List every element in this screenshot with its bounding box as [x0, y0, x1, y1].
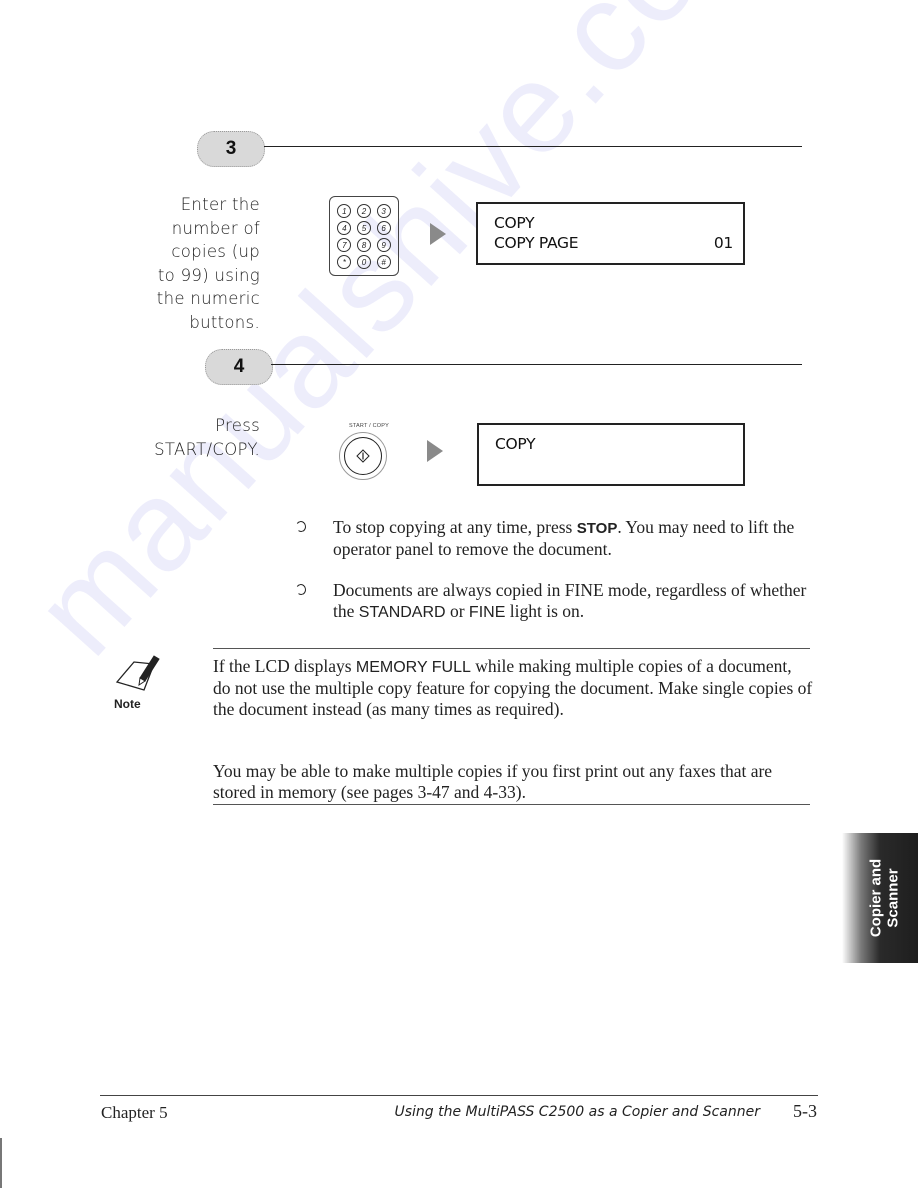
text-run: To stop copying at any time, press: [333, 517, 577, 537]
standard-light-name: STANDARD: [358, 604, 446, 621]
arrow-right-icon: [430, 223, 446, 245]
side-tab-line: Scanner: [884, 868, 902, 928]
fine-light-name: FINE: [468, 604, 506, 621]
arrow-right-icon: [427, 440, 443, 462]
keypad-key: 1: [337, 204, 352, 218]
keypad-key: *: [337, 255, 352, 269]
keypad-key: 3: [376, 204, 391, 218]
bullet-item: To stop copying at any time, press STOP.…: [295, 517, 816, 560]
bullet-circle-icon: [295, 520, 307, 533]
start-diamond-icon: [356, 449, 370, 463]
side-tab-line: Copier and: [867, 858, 885, 938]
instruction-line: buttons.: [189, 312, 260, 332]
step-3-rule: [264, 146, 802, 147]
keypad-key: 2: [356, 204, 371, 218]
lcd-display-step-3: COPY COPY PAGE 01: [476, 202, 745, 265]
bullet-item: Documents are always copied in FINE mode…: [295, 580, 816, 623]
keypad-key: 6: [376, 221, 391, 235]
instruction-line: Enter the: [180, 195, 260, 214]
keypad-key: 0: [356, 255, 371, 269]
chapter-side-tab: Copier and Scanner: [842, 833, 918, 963]
scan-edge-line: [0, 1138, 2, 1188]
note-pencil-icon: [115, 655, 160, 691]
step-3-instruction: Enter the number of copies (up to 99) us…: [60, 193, 260, 334]
instruction-line: copies (up: [171, 242, 260, 261]
step-number: 3: [225, 138, 237, 159]
lcd-line-2: COPY PAGE: [494, 234, 579, 252]
instruction-line: START/COPY.: [154, 439, 260, 459]
footer-title: Using the MultiPASS C2500 as a Copier an…: [394, 1104, 760, 1120]
step-number: 4: [233, 356, 245, 377]
start-copy-label: START / COPY: [349, 423, 389, 429]
note-paragraph-2: You may be able to make multiple copies …: [213, 761, 773, 802]
note-bottom-rule: [213, 804, 810, 805]
note-top-rule: [213, 648, 810, 649]
lcd-line-1: COPY: [494, 214, 535, 232]
lcd-message-term: MEMORY FULL: [355, 659, 471, 676]
bullet-circle-icon: [295, 583, 307, 596]
keypad-key: 9: [376, 238, 391, 252]
instruction-line: Press: [215, 416, 260, 435]
side-tab-label: Copier and Scanner: [868, 859, 902, 937]
step-3-badge: 3: [197, 131, 265, 167]
bullet-text: To stop copying at any time, press STOP.…: [333, 517, 816, 560]
footer-rule: [100, 1095, 818, 1096]
instruction-line: the numeric: [156, 289, 260, 308]
keypad-key: #: [376, 255, 391, 269]
text-run: or: [445, 601, 469, 621]
start-copy-button-illustration: [339, 432, 387, 480]
keypad-key: 4: [337, 221, 352, 235]
lcd-line-1: COPY: [495, 435, 536, 453]
bullet-text: Documents are always copied in FINE mode…: [333, 580, 816, 623]
note-paragraph-1: If the LCD displays MEMORY FULL while ma…: [213, 656, 813, 720]
start-button-ring: [344, 437, 382, 475]
lcd-display-step-4: COPY: [477, 423, 745, 486]
page-number: 5-3: [793, 1101, 817, 1121]
stop-key-name: STOP: [576, 520, 618, 537]
footer-chapter: Chapter 5: [101, 1103, 168, 1122]
lcd-copy-count: 01: [713, 234, 733, 252]
keypad-key: 8: [356, 238, 371, 252]
numeric-keypad-illustration: 1 2 3 4 5 6 7 8 9 * 0 #: [329, 196, 399, 276]
instruction-line: to 99) using: [157, 265, 260, 285]
step-4-instruction: Press START/COPY.: [60, 414, 260, 461]
keypad-key: 7: [337, 238, 352, 252]
step-4-badge: 4: [205, 349, 273, 385]
note-label: Note: [114, 697, 141, 711]
instruction-line: number of: [171, 218, 260, 238]
step-4-rule: [271, 364, 802, 365]
text-run: light is on.: [505, 601, 585, 621]
text-run: If the LCD displays: [213, 656, 356, 676]
keypad-key: 5: [356, 221, 371, 235]
